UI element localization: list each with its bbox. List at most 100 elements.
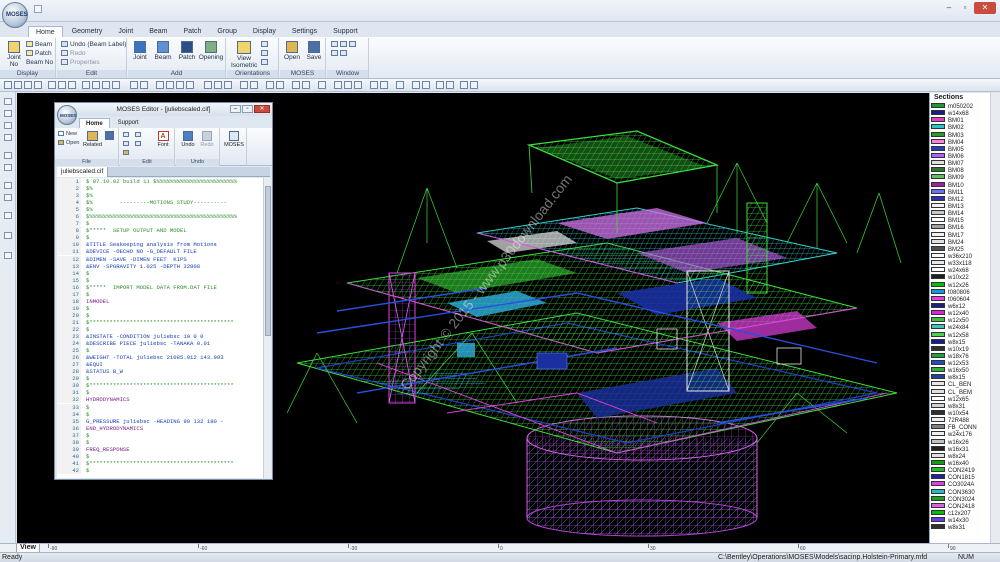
crosshair-tool-icon[interactable] [4,252,12,259]
close-button[interactable]: ✕ [974,2,996,14]
properties-button[interactable]: Properties [61,58,100,67]
editor-vertical-scrollbar[interactable] [263,178,271,478]
toolbar-text-icon[interactable] [344,81,352,89]
section-item[interactable]: CON3630 [930,488,990,496]
toolbar-grid-icon[interactable] [266,81,274,89]
tab-home[interactable]: Home [28,26,63,37]
view-isometric-button[interactable]: View Isometric [231,41,257,69]
toolbar-cut-icon[interactable] [48,81,56,89]
toolbar-find-icon[interactable] [318,81,326,89]
section-item[interactable]: w18x76 [930,352,990,360]
editor-tab-support[interactable]: Support [112,118,145,128]
toolbar-pen-icon[interactable] [334,81,342,89]
open-button[interactable]: Open [282,41,302,61]
pointer-tool-icon[interactable] [4,98,12,105]
section-item[interactable]: w12x40 [930,310,990,317]
add-joint-button[interactable]: Joint [130,41,150,61]
section-item[interactable]: w8x15 [930,338,990,346]
section-item[interactable]: w16x50 [930,367,990,374]
section-item[interactable]: w8x31 [930,524,990,531]
section-item[interactable]: w16x31 [930,445,990,453]
section-item[interactable]: CON2419 [930,467,990,474]
tab-patch[interactable]: Patch [177,26,209,37]
section-item[interactable]: BM02 [930,124,990,131]
toolbar-shade-icon[interactable] [204,81,212,89]
section-item[interactable]: w8x31 [930,402,990,410]
section-item[interactable]: CON1815 [930,474,990,481]
section-item[interactable]: 72R488 [930,417,990,424]
section-item[interactable]: w14x30 [930,517,990,524]
window-tile-button[interactable] [331,40,358,49]
section-item[interactable]: w24x176 [930,431,990,438]
minimize-button[interactable]: – [942,2,956,14]
section-item[interactable]: CL_BEN [930,381,990,388]
toolbar-element-icon[interactable] [380,81,388,89]
section-item[interactable]: CON2418 [930,502,990,510]
section-item[interactable]: CL_BEM [930,388,990,396]
section-item[interactable]: FB_CONN [930,424,990,431]
toolbar-save-icon[interactable] [24,81,32,89]
app-menu-button[interactable]: MOSES [2,2,28,28]
section-item[interactable]: w10x19 [930,345,990,353]
save-button[interactable]: Save [304,41,324,61]
add-beam-button[interactable]: Beam [152,41,174,61]
editor-moses-button[interactable]: MOSES [224,131,244,148]
toolbar-print-icon[interactable] [34,81,42,89]
section-item[interactable]: w12x50 [930,317,990,324]
toolbar-group-icon[interactable] [412,81,420,89]
viewport-vertical-scrollbar[interactable] [990,93,1000,543]
section-item[interactable]: w16x40 [930,460,990,467]
section-item[interactable]: BM07 [930,160,990,167]
section-item[interactable]: BM13 [930,202,990,210]
editor-new-button[interactable]: New [58,130,77,139]
editor-open-button[interactable]: Open [58,139,79,148]
editor-maximize-button[interactable]: ▫ [242,105,253,113]
toolbar-color-icon[interactable] [250,81,258,89]
editor-file-tab[interactable]: juliebscaled.cif [57,167,109,177]
section-item[interactable]: CON3024 [930,495,990,503]
tab-joint[interactable]: Joint [111,26,140,37]
section-item[interactable]: w12x26 [930,281,990,289]
section-item[interactable]: w12x53 [930,360,990,367]
section-item[interactable]: BM14 [930,210,990,217]
joint-no-button[interactable]: Joint No [4,41,24,68]
toolbar-layer-icon[interactable] [396,81,404,89]
dimension-tool-icon[interactable] [4,212,12,219]
editor-minimize-button[interactable]: – [230,105,241,113]
editor-replace-button[interactable] [135,139,143,148]
toolbar-select-icon[interactable] [130,81,138,89]
add-opening-button[interactable]: Opening [198,41,224,61]
section-item[interactable]: BM24 [930,238,990,246]
toolbar-paste-icon[interactable] [68,81,76,89]
section-item[interactable]: w16x26 [930,438,990,446]
toolbar-view-iso-icon[interactable] [186,81,194,89]
toolbar-copy-icon[interactable] [58,81,66,89]
editor-undo-button[interactable]: Undo [179,131,197,148]
node-tool-icon[interactable] [4,182,12,189]
toolbar-wire-icon[interactable] [214,81,222,89]
toolbar-help-icon[interactable] [470,81,478,89]
section-item[interactable]: BM12 [930,195,990,203]
snap-tool-icon[interactable] [4,232,12,239]
add-patch-button[interactable]: Patch [176,41,198,61]
toolbar-view-y-icon[interactable] [166,81,174,89]
tab-display[interactable]: Display [246,26,283,37]
editor-paste-button[interactable] [123,148,131,157]
patch-toggle[interactable]: Patch [26,49,52,58]
toolbar-label-icon[interactable] [240,81,248,89]
section-item[interactable]: BM16 [930,224,990,231]
editor-find-button[interactable] [135,130,143,139]
toolbar-bold-icon[interactable] [354,81,362,89]
toolbar-measure-icon[interactable] [292,81,300,89]
editor-redo-button[interactable]: Redo [198,131,216,148]
window-split-button[interactable] [331,49,349,58]
section-item[interactable]: w12x58 [930,331,990,339]
toolbar-window-icon[interactable] [140,81,148,89]
toolbar-view-x-icon[interactable] [156,81,164,89]
toolbar-hidden-icon[interactable] [224,81,232,89]
editor-code-area[interactable]: 1 $ 07.10.02 build 11 $%%%%%%%%%%%%%%%%%%… [57,178,263,478]
line-tool-icon[interactable] [4,110,12,117]
toolbar-new-icon[interactable] [4,81,12,89]
toolbar-zoom-icon[interactable] [82,81,90,89]
toolbar-view-z-icon[interactable] [176,81,184,89]
